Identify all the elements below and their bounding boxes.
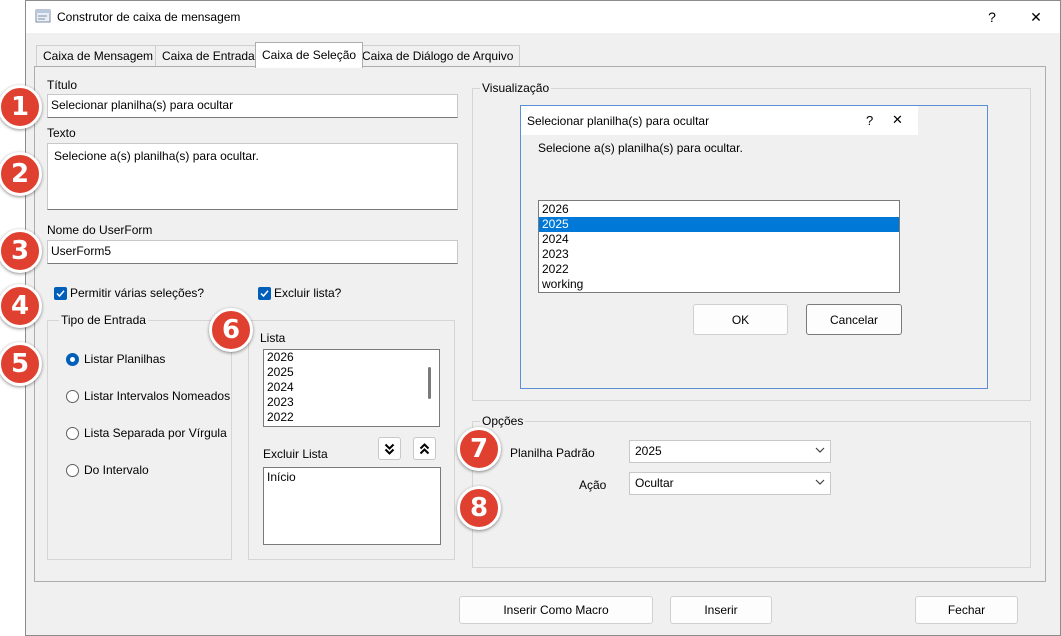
list-item[interactable]: 2026 xyxy=(539,202,899,217)
acao-combo[interactable]: Ocultar xyxy=(629,472,831,495)
list-item[interactable]: 2026 xyxy=(264,350,439,365)
badge-8: 8 xyxy=(457,486,501,530)
preview-help-button[interactable]: ? xyxy=(866,113,873,128)
preview-close-button[interactable]: ✕ xyxy=(892,112,903,128)
radio-label-listar-planilhas[interactable]: Listar Planilhas xyxy=(84,352,165,366)
radio-listar-intervalos[interactable] xyxy=(66,390,79,403)
preview-title-bar: Selecionar planilha(s) para ocultar ? ✕ xyxy=(521,106,918,135)
radio-label-listar-intervalos[interactable]: Listar Intervalos Nomeados xyxy=(84,389,230,403)
excluir-lista-checkbox[interactable] xyxy=(258,287,271,300)
list-item[interactable]: 2023 xyxy=(264,395,439,410)
check-icon xyxy=(56,290,65,298)
excluir-lista-list-label: Excluir Lista xyxy=(263,447,328,461)
form-icon xyxy=(35,9,51,23)
radio-label-do-intervalo[interactable]: Do Intervalo xyxy=(84,463,149,477)
radio-listar-planilhas[interactable] xyxy=(66,353,79,366)
excluir-lista-label[interactable]: Excluir lista? xyxy=(274,286,341,300)
list-item[interactable]: 2024 xyxy=(264,380,439,395)
badge-7: 7 xyxy=(457,427,501,471)
tab-caixa-de-mensagem[interactable]: Caixa de Mensagem xyxy=(36,45,161,67)
list-item[interactable]: 2022 xyxy=(539,262,899,277)
radio-do-intervalo[interactable] xyxy=(66,464,79,477)
radio-lista-separada[interactable] xyxy=(66,427,79,440)
radio-label-lista-separada[interactable]: Lista Separada por Vírgula xyxy=(84,426,227,440)
inserir-button[interactable]: Inserir xyxy=(670,596,772,624)
tab-caixa-de-entrada[interactable]: Caixa de Entrada xyxy=(155,45,262,67)
move-up-button[interactable] xyxy=(413,437,436,460)
double-chevron-up-icon xyxy=(419,442,430,454)
preview-listbox[interactable]: 2026 2025 2024 2023 2022 working xyxy=(538,200,900,293)
list-item[interactable]: 2023 xyxy=(539,247,899,262)
permitir-label[interactable]: Permitir várias seleções? xyxy=(70,286,204,300)
badge-3: 3 xyxy=(0,229,42,273)
badge-2: 2 xyxy=(0,152,42,196)
preview-dialog: Selecionar planilha(s) para ocultar ? ✕ … xyxy=(520,105,988,389)
lista-scrollbar-thumb[interactable] xyxy=(428,367,431,399)
check-icon xyxy=(260,290,269,298)
tipo-entrada-title: Tipo de Entrada xyxy=(59,313,148,327)
close-button[interactable]: ✕ xyxy=(1014,1,1058,33)
lista-label: Lista xyxy=(260,331,286,345)
list-item-selected[interactable]: 2025 xyxy=(539,217,899,232)
badge-5: 5 xyxy=(0,342,42,386)
list-item[interactable]: Início xyxy=(264,470,440,485)
opcoes-title: Opções xyxy=(480,414,526,428)
preview-text: Selecione a(s) planilha(s) para ocultar. xyxy=(538,141,743,155)
list-item[interactable]: 2024 xyxy=(539,232,899,247)
badge-4: 4 xyxy=(0,284,42,328)
inserir-como-macro-button[interactable]: Inserir Como Macro xyxy=(459,596,653,624)
tab-caixa-de-dialogo-de-arquivo[interactable]: Caixa de Diálogo de Arquivo xyxy=(355,45,521,67)
title-bar: Construtor de caixa de mensagem ? ✕ xyxy=(26,1,1060,33)
visualizacao-title: Visualização xyxy=(480,81,552,95)
badge-1: 1 xyxy=(0,85,42,129)
list-item[interactable]: working xyxy=(539,277,899,292)
planilha-padrao-combo[interactable]: 2025 xyxy=(629,440,831,463)
chevron-down-icon xyxy=(815,447,825,453)
planilha-padrao-label: Planilha Padrão xyxy=(510,446,595,460)
preview-cancel-button[interactable]: Cancelar xyxy=(806,304,902,335)
double-chevron-down-icon xyxy=(384,443,395,455)
acao-label: Ação xyxy=(579,478,607,492)
texto-label: Texto xyxy=(47,126,76,140)
window-title: Construtor de caixa de mensagem xyxy=(57,10,241,24)
texto-input[interactable]: Selecione a(s) planilha(s) para ocultar. xyxy=(47,143,458,210)
excluir-listbox[interactable]: Início xyxy=(263,467,441,545)
list-item[interactable]: 2022 xyxy=(264,410,439,425)
acao-value: Ocultar xyxy=(635,476,674,490)
badge-6: 6 xyxy=(209,308,253,352)
dialog-window: Construtor de caixa de mensagem ? ✕ Caix… xyxy=(25,0,1061,636)
lista-listbox[interactable]: 2026 2025 2024 2023 2022 xyxy=(263,349,440,427)
preview-ok-button[interactable]: OK xyxy=(693,304,788,335)
fechar-button[interactable]: Fechar xyxy=(915,596,1018,624)
chevron-down-icon xyxy=(815,479,825,485)
permitir-checkbox[interactable] xyxy=(54,287,67,300)
list-item[interactable]: 2025 xyxy=(264,365,439,380)
planilha-padrao-value: 2025 xyxy=(635,444,662,458)
move-down-button[interactable] xyxy=(378,437,401,460)
titulo-input[interactable]: Selecionar planilha(s) para ocultar xyxy=(47,94,458,118)
userform-input[interactable]: UserForm5 xyxy=(47,240,458,264)
help-button[interactable]: ? xyxy=(970,1,1014,33)
titulo-label: Título xyxy=(47,78,78,92)
userform-label: Nome do UserForm xyxy=(47,223,153,237)
tab-caixa-de-selecao[interactable]: Caixa de Seleção xyxy=(255,42,364,68)
preview-title: Selecionar planilha(s) para ocultar xyxy=(527,114,710,128)
